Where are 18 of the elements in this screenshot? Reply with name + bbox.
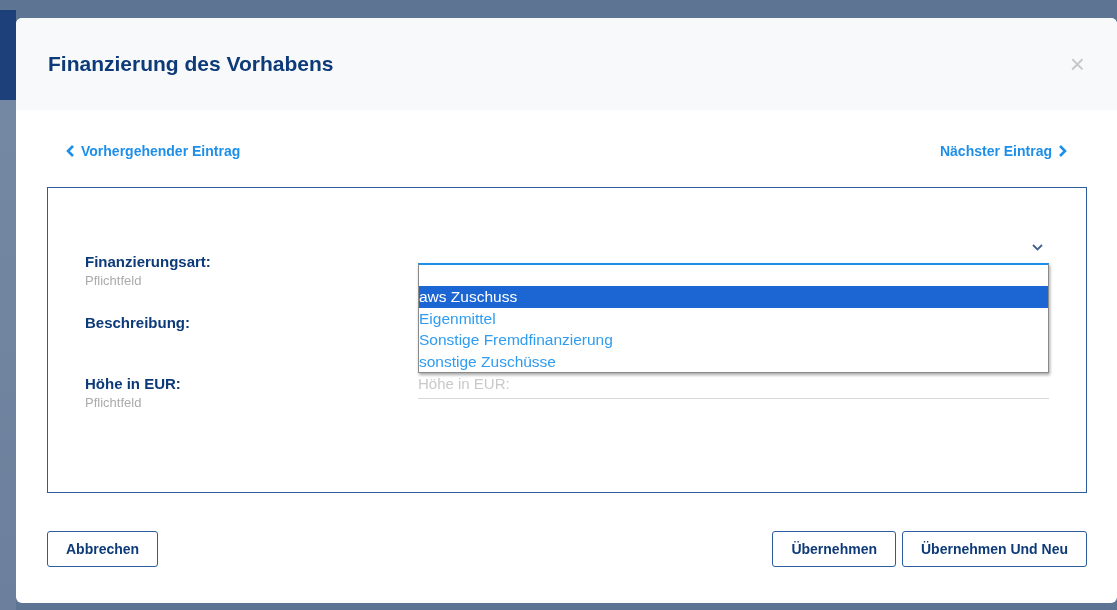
- dialog-title: Finanzierung des Vorhabens: [48, 52, 334, 76]
- chevron-left-icon: [66, 145, 75, 157]
- dropdown-option[interactable]: sonstige Zuschüsse: [419, 350, 1048, 372]
- dropdown-option[interactable]: aws Zuschuss: [419, 286, 1048, 308]
- cancel-button[interactable]: Abbrechen: [47, 531, 159, 567]
- chevron-right-icon: [1058, 145, 1067, 157]
- apply-and-new-button[interactable]: Übernehmen Und Neu: [902, 531, 1087, 567]
- field-label: Finanzierungsart:: [85, 253, 212, 270]
- required-hint: Pflichtfeld: [85, 273, 143, 288]
- field-label: Beschreibung:: [85, 314, 191, 331]
- next-link[interactable]: Nächster Eintrag: [939, 143, 1067, 159]
- field-label: Höhe in EUR:: [85, 375, 182, 392]
- required-hint: Pflichtfeld: [85, 395, 143, 410]
- chevron-down-icon: [1032, 244, 1043, 251]
- apply-button[interactable]: Übernehmen: [772, 531, 896, 567]
- previous-link[interactable]: Vorhergehender Eintrag: [66, 143, 241, 159]
- dropdown-option[interactable]: Eigenmittel: [419, 307, 1048, 329]
- dropdown-option[interactable]: Sonstige Fremdfinanzierung: [419, 329, 1048, 351]
